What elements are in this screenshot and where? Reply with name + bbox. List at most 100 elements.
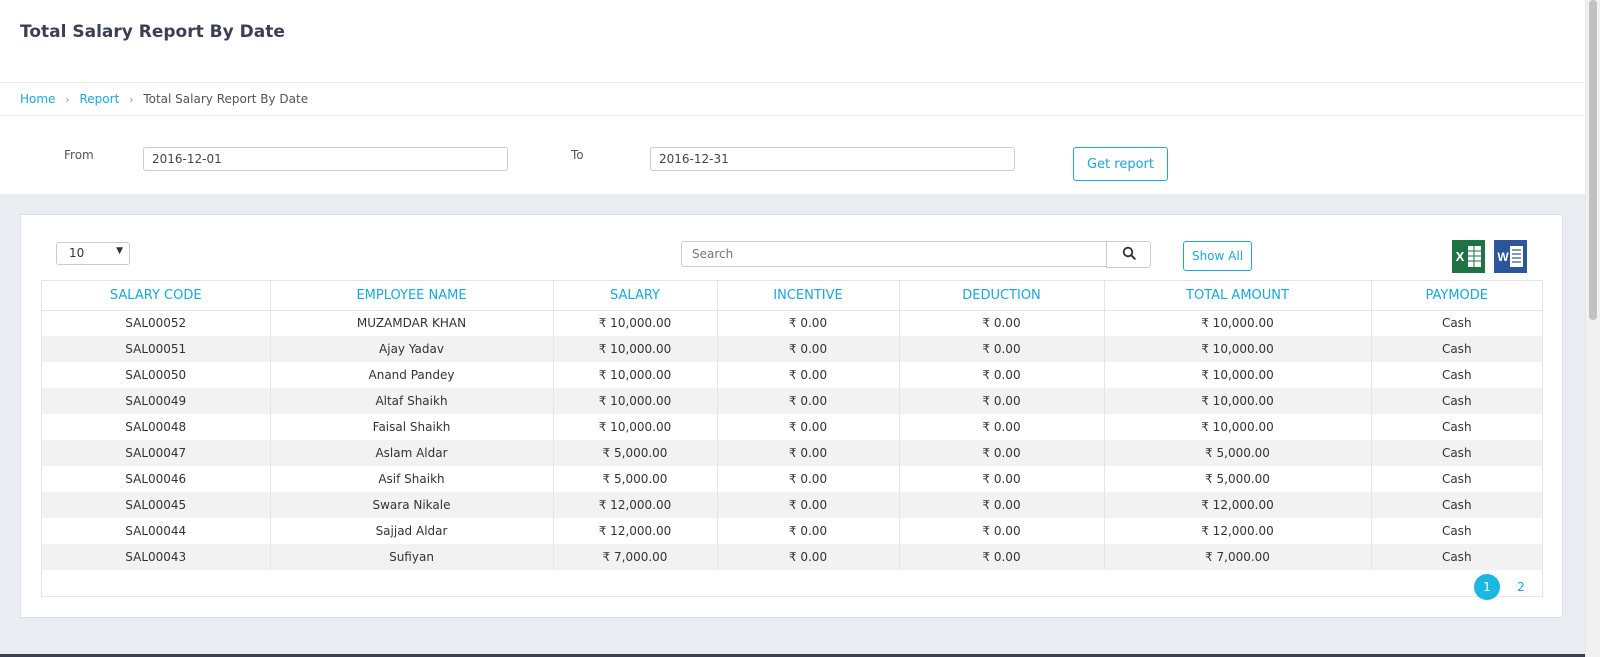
table-cell: ₹ 0.00 (899, 310, 1105, 336)
table-cell: ₹ 0.00 (717, 388, 900, 414)
word-export-button[interactable]: W (1494, 240, 1527, 273)
to-label: To (571, 148, 584, 162)
report-panel: 10 ▼ Show All X (20, 214, 1563, 618)
table-cell: ₹ 10,000.00 (1104, 362, 1372, 388)
content-area: 10 ▼ Show All X (0, 194, 1585, 654)
table-cell: ₹ 0.00 (717, 518, 900, 544)
table-cell: ₹ 0.00 (899, 492, 1105, 518)
table-cell: ₹ 0.00 (899, 362, 1105, 388)
table-cell: ₹ 0.00 (899, 388, 1105, 414)
page-button-2[interactable]: 2 (1508, 574, 1534, 600)
word-icon-letter: W (1497, 250, 1509, 264)
column-header: SALARY (553, 281, 718, 311)
table-row: SAL00048 Faisal Shaikh ₹ 10,000.00 ₹ 0.00 ₹ … (42, 414, 1542, 440)
table-cell: Cash (1441, 420, 1472, 434)
to-date-input[interactable] (650, 147, 1015, 171)
page-size-value: 10 (69, 246, 85, 260)
word-icon: W (1494, 240, 1527, 273)
table-cell: ₹ 12,000.00 (1104, 492, 1372, 518)
table-cell: ₹ 0.00 (717, 544, 900, 570)
table-cell: ₹ 10,000.00 (1104, 336, 1372, 362)
table-cell: ₹ 0.00 (899, 466, 1105, 492)
show-all-button[interactable]: Show All (1183, 241, 1252, 271)
table-cell: SAL00045 (42, 492, 271, 518)
filter-bar: From To Get report (0, 116, 1585, 194)
table-cell: SAL00047 (42, 440, 271, 466)
breadcrumb-home-link[interactable]: Home (20, 92, 55, 106)
table-row: SAL00043 Sufiyan ₹ 7,000.00 ₹ 0.00 ₹ 0.00 ₹ 7… (42, 544, 1542, 570)
table-cell: Anand Pandey (270, 362, 554, 388)
table-cell: SAL00046 (42, 466, 271, 492)
pagination: 12 (1474, 574, 1534, 600)
table-cell: ₹ 10,000.00 (553, 414, 718, 440)
table-cell: ₹ 5,000.00 (553, 466, 718, 492)
table-cell: MUZAMDAR KHAN (270, 310, 554, 336)
table-cell: ₹ 10,000.00 (553, 336, 718, 362)
table-cell: ₹ 10,000.00 (1104, 388, 1372, 414)
breadcrumb-current: Total Salary Report By Date (143, 92, 309, 106)
table-cell: SAL00050 (42, 362, 271, 388)
breadcrumb: Home › Report › Total Salary Report By D… (0, 83, 1585, 116)
table-cell: Cash (1371, 388, 1542, 414)
from-date-input[interactable] (143, 147, 508, 171)
table-cell: ₹ 0.00 (717, 440, 900, 466)
table-cell: ₹ 12,000.00 (1104, 518, 1372, 544)
table-cell: ₹ 0.00 (717, 414, 900, 440)
table-cell: ₹ 0.00 (717, 492, 900, 518)
breadcrumb-report-link[interactable]: Report (80, 92, 120, 106)
table-row: SAL00052 MUZAMDAR KHAN ₹ 10,000.00 ₹ 0.00 ₹ … (42, 310, 1542, 336)
table-cell: ₹ 0.00 (899, 518, 1105, 544)
table-header-row: SALARY CODE EMPLOYEE NAME SALARY INCENTIVE D… (42, 281, 1542, 311)
table-cell: Sajjad Aldar (270, 518, 554, 544)
excel-icon-letter: X (1456, 249, 1465, 264)
table-cell: ₹ 5,000.00 (1104, 466, 1372, 492)
table-cell: Aslam Aldar (270, 440, 554, 466)
table-row: SAL00047 Aslam Aldar ₹ 5,000.00 ₹ 0.00 ₹ 0.0… (42, 440, 1542, 466)
table-cell: SAL00044 (42, 518, 271, 544)
table-cell: ₹ 0.00 (899, 336, 1105, 362)
column-header: EMPLOYEE NAME (270, 281, 554, 311)
page-button-1[interactable]: 1 (1474, 574, 1500, 600)
from-label: From (64, 148, 94, 162)
table-cell: ₹ 0.00 (899, 440, 1105, 466)
table-cell: Cash (1371, 440, 1542, 466)
table-cell: Asif Shaikh (270, 466, 554, 492)
column-header: PAYMODE (1371, 281, 1542, 311)
table-row: SAL00046 Asif Shaikh ₹ 5,000.00 ₹ 0.00 ₹ 0.0… (42, 466, 1542, 492)
column-header: TOTAL AMOUNT (1104, 281, 1372, 311)
table-cell: ₹ 5,000.00 (1104, 440, 1372, 466)
search-button[interactable] (1106, 241, 1151, 268)
salary-table: SALARY CODE EMPLOYEE NAME SALARY INCENTIVE D… (42, 281, 1542, 570)
scrollbar-thumb[interactable] (1589, 0, 1597, 320)
page-size-select[interactable]: 10 ▼ (56, 242, 130, 265)
column-header: DEDUCTION (899, 281, 1105, 311)
page-header: Total Salary Report By Date (0, 0, 1585, 83)
table-cell: Cash (1441, 316, 1472, 331)
table-cell: ₹ 7,000.00 (553, 544, 718, 570)
table-cell: Swara Nikale (270, 492, 554, 518)
table-cell: ₹ 10,000.00 (553, 362, 718, 388)
search-input[interactable] (681, 241, 1107, 267)
excel-icon: X (1452, 240, 1485, 273)
table-row: SAL00050 Anand Pandey ₹ 10,000.00 ₹ 0.00 ₹ 0… (42, 362, 1542, 388)
table-cell: ₹ 10,000.00 (1104, 414, 1372, 440)
table-row: SAL00045 Swara Nikale ₹ 12,000.00 ₹ 0.00 ₹ 0… (42, 492, 1542, 518)
table-cell: ₹ 7,000.00 (1104, 544, 1372, 570)
breadcrumb-separator: › (129, 93, 134, 106)
column-header: INCENTIVE (717, 281, 900, 311)
table-cell: ₹ 12,000.00 (553, 518, 718, 544)
table-cell: SAL00048 (42, 414, 271, 440)
table-cell: ₹ 0.00 (899, 544, 1105, 570)
table-cell: Altaf Shaikh (270, 388, 554, 414)
get-report-button[interactable]: Get report (1073, 147, 1168, 181)
table-cell: SAL00043 (42, 544, 271, 570)
page-scrollbar[interactable] (1585, 0, 1600, 657)
breadcrumb-separator: › (65, 93, 70, 106)
table-cell: ₹ 5,000.00 (553, 440, 718, 466)
table-cell: Sufiyan (270, 544, 554, 570)
column-header: SALARY CODE (42, 281, 271, 311)
table-cell: Cash (1371, 492, 1542, 518)
excel-export-button[interactable]: X (1452, 240, 1485, 273)
table-cell: SAL00052 (42, 310, 271, 336)
caret-down-icon: ▼ (116, 246, 123, 256)
